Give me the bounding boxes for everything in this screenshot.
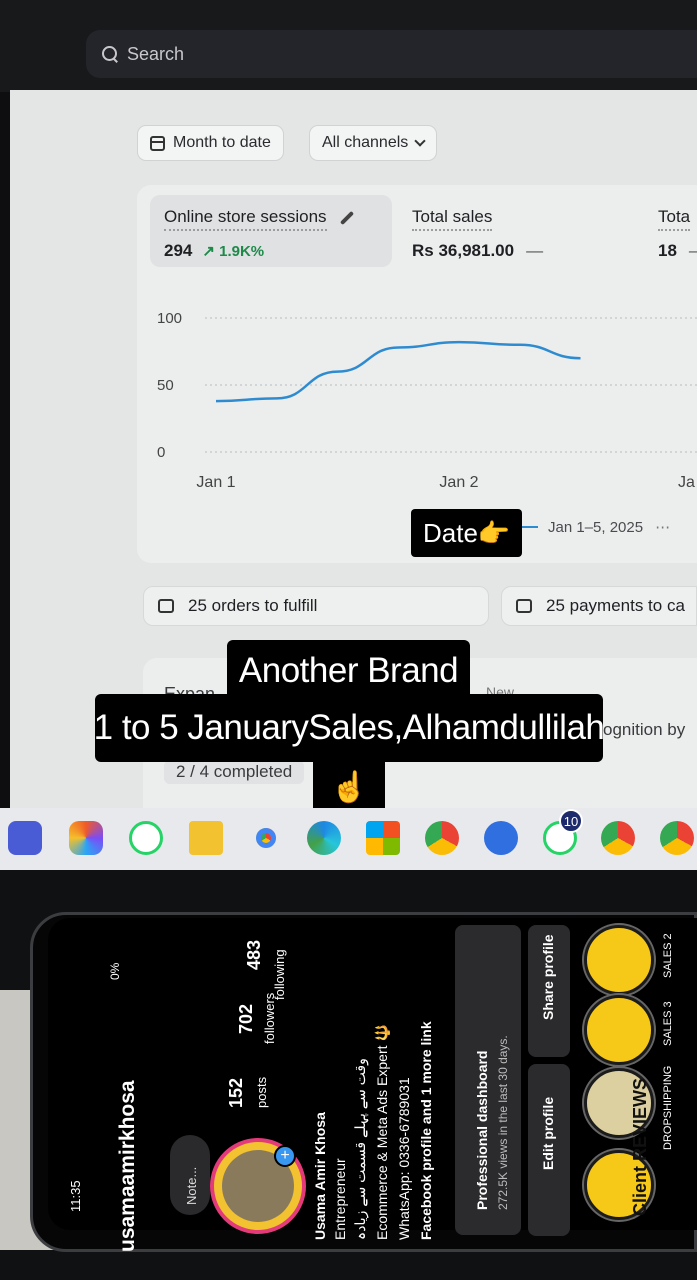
whatsapp-icon[interactable] bbox=[129, 821, 163, 855]
copilot-icon[interactable] bbox=[69, 821, 103, 855]
taskbar bbox=[0, 808, 697, 870]
share-profile-label: Share profile bbox=[540, 934, 556, 1020]
chrome-profile-icon[interactable] bbox=[425, 821, 459, 855]
phone-status-time: 11:35 bbox=[68, 1180, 83, 1212]
date-sticker: Date👉 bbox=[411, 509, 523, 557]
payments-icon bbox=[516, 599, 532, 613]
dashboard-subtitle: 272.5K views in the last 30 days. bbox=[496, 1035, 510, 1210]
bio-whatsapp: WhatsApp: 0336-6789031 bbox=[396, 1077, 412, 1240]
inbox-icon bbox=[158, 599, 174, 613]
posts-label: posts bbox=[254, 1076, 269, 1108]
dashboard-title: Professional dashboard bbox=[474, 1050, 490, 1210]
orders-label: 25 orders to fulfill bbox=[188, 596, 318, 615]
followers-count: 702 bbox=[236, 1003, 256, 1034]
chart-x-tick: Jan 1 bbox=[196, 474, 235, 491]
highlight-label-dropshipping: DROPSHIPPING bbox=[662, 1065, 674, 1150]
bio-quote: وقت سے پہلے قسمت سے زیادہ bbox=[352, 1058, 368, 1240]
chrome-icon[interactable] bbox=[249, 821, 283, 855]
chart-y-tick: 100 bbox=[157, 310, 182, 327]
store-icon[interactable] bbox=[366, 821, 400, 855]
legend-swatch bbox=[522, 526, 538, 528]
orders-to-fulfill-card[interactable]: 25 orders to fulfill bbox=[143, 586, 489, 626]
following-count: 483 bbox=[244, 939, 264, 970]
bio-role: Entrepreneur bbox=[332, 1158, 348, 1240]
chart-y-tick: 50 bbox=[157, 377, 174, 394]
payments-card[interactable]: 25 payments to ca bbox=[501, 586, 697, 626]
bio-link[interactable]: Facebook profile and 1 more link bbox=[418, 1021, 434, 1240]
highlight-label-sales-3: SALES 3 bbox=[662, 1001, 674, 1046]
highlight-sales-3[interactable] bbox=[584, 995, 654, 1065]
chart-x-tick: Jan 2 bbox=[439, 474, 478, 491]
highlight-label-sales-2: SALES 2 bbox=[662, 933, 674, 978]
legend-more: ⋯ bbox=[655, 519, 673, 536]
edge-icon[interactable] bbox=[307, 821, 341, 855]
note-text: Note... bbox=[184, 1166, 199, 1205]
chrome-profile-3-icon[interactable] bbox=[660, 821, 694, 855]
profile-username: usamaamirkhosa bbox=[116, 1080, 139, 1252]
edit-profile-label: Edit profile bbox=[540, 1096, 556, 1170]
following-label: following bbox=[272, 949, 287, 1000]
posts-count: 152 bbox=[226, 1077, 246, 1108]
bio-name: Usama Amir Khosa bbox=[312, 1112, 328, 1240]
bio-expertise: Ecommerce & Meta Ads Expert 🔱 bbox=[374, 1024, 390, 1240]
chart-y-tick: 0 bbox=[157, 444, 165, 461]
chart-x-tick: Ja bbox=[678, 474, 695, 491]
notification-badge: 10 bbox=[559, 809, 583, 833]
chrome-profile-2-icon[interactable] bbox=[601, 821, 635, 855]
highlight-sales-2[interactable] bbox=[584, 925, 654, 995]
sessions-chart: 100 50 0 Jan 1 Jan 2 Ja bbox=[157, 310, 697, 491]
highlight-label-client: Client REVIEWS bbox=[630, 1077, 650, 1216]
setup-right-text: ognition by bbox=[603, 720, 686, 739]
add-story-icon[interactable]: + bbox=[274, 1145, 296, 1167]
payments-label: 25 payments to ca bbox=[546, 596, 685, 615]
followers-label: followers bbox=[262, 992, 277, 1044]
overlay-line-1: Another Brand bbox=[227, 640, 470, 702]
setup-progress: 2 / 4 completed bbox=[164, 760, 305, 784]
chart-series-line bbox=[215, 340, 581, 403]
chart-legend: Jan 1–5, 2025 ⋯ bbox=[522, 518, 672, 536]
teams-icon[interactable] bbox=[8, 821, 42, 855]
bluetooth-app-icon[interactable] bbox=[484, 821, 518, 855]
overlay-line-2: 1 to 5 JanuarySales,Alhamdullilah bbox=[94, 694, 605, 762]
phone-battery: 0% bbox=[108, 962, 122, 980]
file-explorer-icon[interactable] bbox=[189, 821, 223, 855]
legend-label: Jan 1–5, 2025 bbox=[548, 518, 644, 536]
